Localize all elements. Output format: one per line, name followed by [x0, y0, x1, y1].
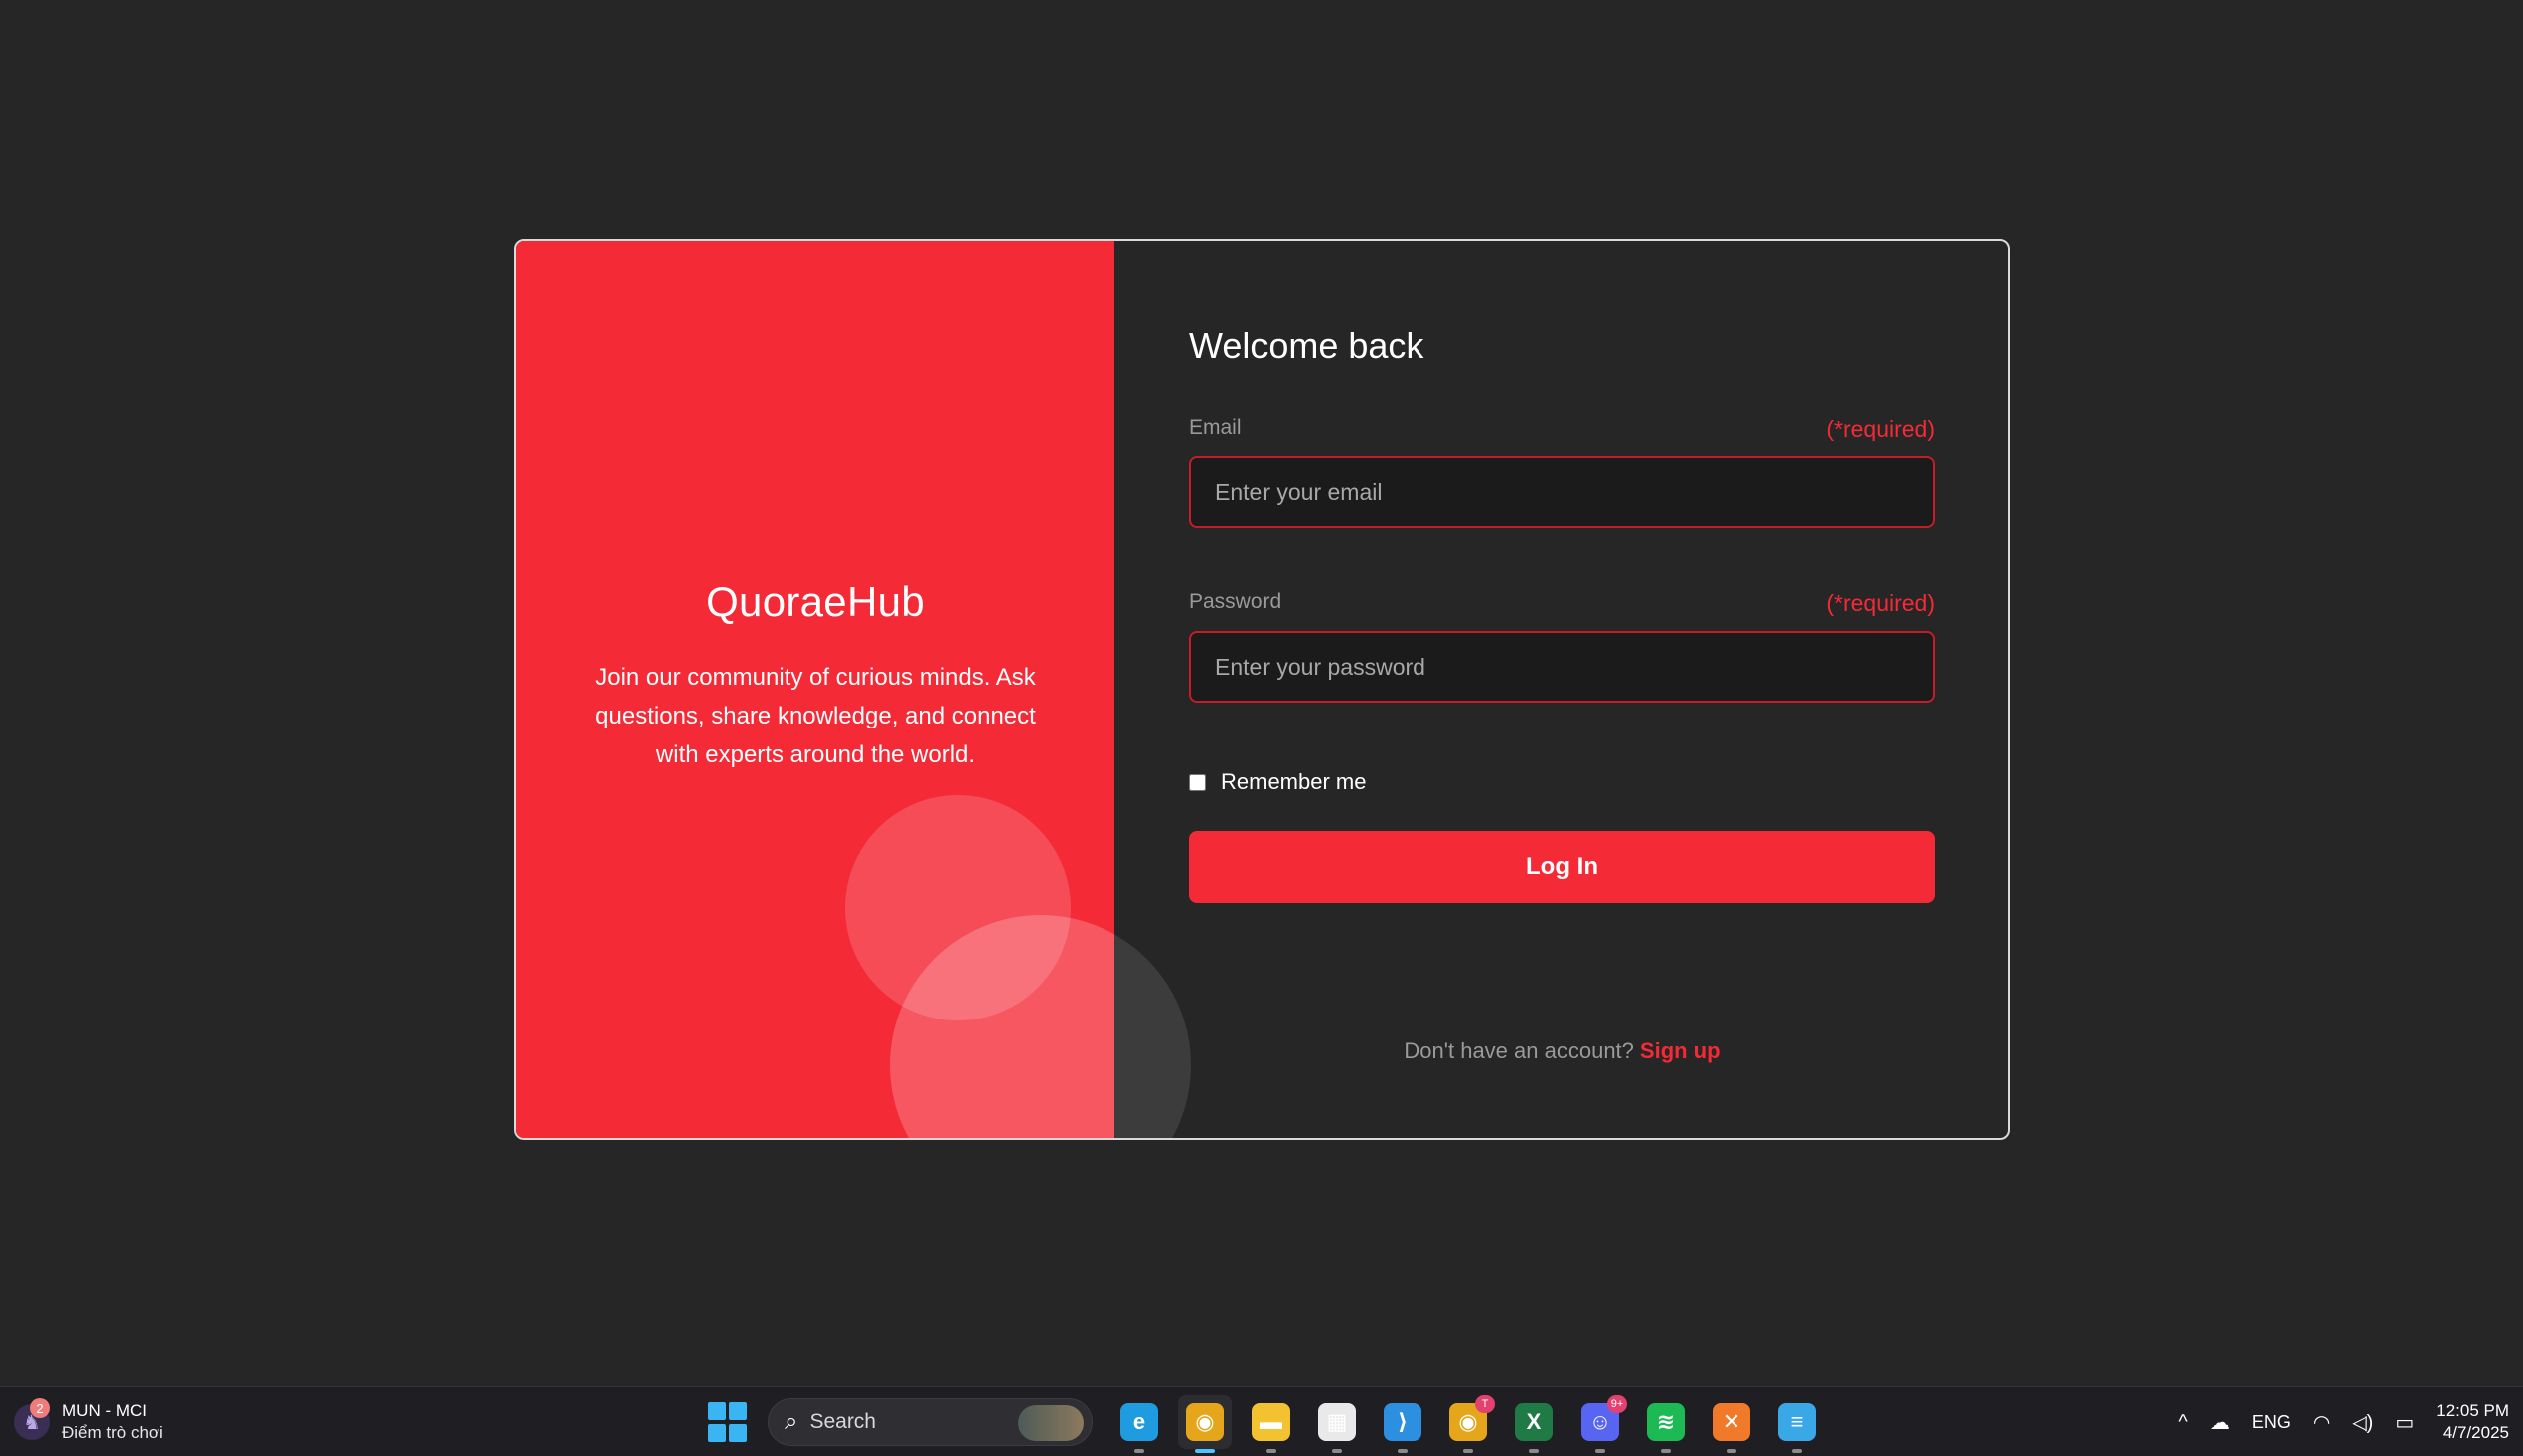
excel-icon: X [1515, 1403, 1553, 1441]
discord-taskbar-button[interactable]: ☺ 9+ [1573, 1395, 1627, 1453]
notepad-icon: ≡ [1778, 1403, 1816, 1441]
pinned-apps: e ◉ ▬ ▦ ⟩ ◉ T X ☺ 9+ ≋ ✕ ≡ [1112, 1395, 1824, 1453]
running-indicator [1195, 1449, 1215, 1453]
running-indicator [1529, 1449, 1539, 1453]
xampp-taskbar-button[interactable]: ✕ [1705, 1395, 1758, 1453]
store-icon: ▦ [1318, 1403, 1356, 1441]
password-required-text: (*required) [1826, 590, 1935, 616]
running-indicator [1727, 1449, 1736, 1453]
email-required-text: (*required) [1826, 416, 1935, 441]
taskbar: ♞ 2 MUN - MCI Điểm trò chơi ⌕ Search e ◉ ▬… [0, 1386, 2523, 1456]
clock-date: 4/7/2025 [2442, 1423, 2509, 1442]
volume-icon[interactable]: ◁) [2352, 1410, 2373, 1435]
search-highlight-image [1018, 1405, 1084, 1441]
vscode-taskbar-button[interactable]: ⟩ [1376, 1395, 1429, 1453]
taskbar-search[interactable]: ⌕ Search [768, 1398, 1093, 1446]
running-indicator [1792, 1449, 1802, 1453]
email-label: Email [1189, 416, 1242, 438]
xampp-icon: ✕ [1713, 1403, 1750, 1441]
onedrive-cloud-icon[interactable]: ☁ [2210, 1410, 2230, 1435]
form-heading: Welcome back [1189, 325, 1424, 366]
search-icon: ⌕ [785, 1408, 798, 1435]
game-title: MUN - MCI [62, 1401, 147, 1420]
taskbar-apps: ⌕ Search e ◉ ▬ ▦ ⟩ ◉ T X ☺ 9+ ≋ ✕ ≡ [708, 1395, 1824, 1453]
signup-prompt-row: Don't have an account? Sign up [1114, 1038, 2008, 1064]
remember-me[interactable]: Remember me [1189, 767, 1366, 797]
running-indicator [1595, 1449, 1605, 1453]
remember-me-label: Remember me [1221, 769, 1367, 794]
login-button[interactable]: Log In [1189, 831, 1935, 903]
desktop-background: QuoraeHub Join our community of curious … [0, 0, 2523, 1386]
edge-taskbar-button[interactable]: e [1112, 1395, 1166, 1453]
running-indicator [1661, 1449, 1671, 1453]
windows-start-icon[interactable] [708, 1402, 748, 1442]
notepad-taskbar-button[interactable]: ≡ [1770, 1395, 1824, 1453]
file-explorer-icon: ▬ [1252, 1403, 1290, 1441]
signup-prompt: Don't have an account? [1404, 1038, 1634, 1063]
excel-taskbar-button[interactable]: X [1507, 1395, 1561, 1453]
vscode-icon: ⟩ [1384, 1403, 1421, 1441]
chrome-icon: ◉ [1186, 1403, 1224, 1441]
email-label-row: Email (*required) [1189, 416, 1935, 445]
password-label: Password [1189, 590, 1282, 613]
brand-description: Join our community of curious minds. Ask… [595, 664, 1036, 768]
spotify-icon: ≋ [1647, 1403, 1685, 1441]
clock[interactable]: 12:05 PM 4/7/2025 [2436, 1400, 2509, 1444]
brand-title: QuoraeHub [706, 578, 925, 625]
game-widget[interactable]: ♞ 2 MUN - MCI Điểm trò chơi [14, 1397, 163, 1447]
game-text: MUN - MCI Điểm trò chơi [62, 1400, 163, 1444]
edge-icon: e [1120, 1403, 1158, 1441]
password-label-row: Password (*required) [1189, 590, 1935, 620]
battery-icon[interactable]: ▭ [2395, 1410, 2414, 1435]
language-indicator[interactable]: ENG [2252, 1412, 2291, 1433]
email-field[interactable] [1189, 456, 1935, 528]
system-tray: ^ ☁ ENG ◠ ◁) ▭ 12:05 PM 4/7/2025 [2178, 1395, 2509, 1449]
search-label: Search [809, 1410, 876, 1433]
running-indicator [1463, 1449, 1473, 1453]
remember-me-checkbox[interactable] [1189, 773, 1206, 791]
login-card: QuoraeHub Join our community of curious … [514, 239, 2010, 1140]
running-indicator [1266, 1449, 1276, 1453]
store-taskbar-button[interactable]: ▦ [1310, 1395, 1364, 1453]
game-icon: ♞ 2 [14, 1398, 50, 1440]
spotify-taskbar-button[interactable]: ≋ [1639, 1395, 1693, 1453]
file-explorer-taskbar-button[interactable]: ▬ [1244, 1395, 1298, 1453]
chevron-up-icon[interactable]: ^ [2178, 1411, 2187, 1434]
chrome-taskbar-button[interactable]: ◉ [1178, 1395, 1232, 1453]
notification-badge: T [1475, 1395, 1495, 1413]
running-indicator [1134, 1449, 1144, 1453]
chrome-profile-taskbar-button[interactable]: ◉ T [1441, 1395, 1495, 1453]
signup-link[interactable]: Sign up [1640, 1038, 1721, 1063]
wifi-icon[interactable]: ◠ [2313, 1410, 2330, 1435]
clock-time: 12:05 PM [2436, 1401, 2509, 1420]
login-form: Welcome back Email (*required) Password … [1114, 241, 2008, 1138]
running-indicator [1398, 1449, 1408, 1453]
game-subtitle: Điểm trò chơi [62, 1423, 163, 1442]
notification-badge: 9+ [1607, 1395, 1627, 1413]
running-indicator [1332, 1449, 1342, 1453]
password-field[interactable] [1189, 631, 1935, 703]
game-badge: 2 [30, 1398, 50, 1418]
